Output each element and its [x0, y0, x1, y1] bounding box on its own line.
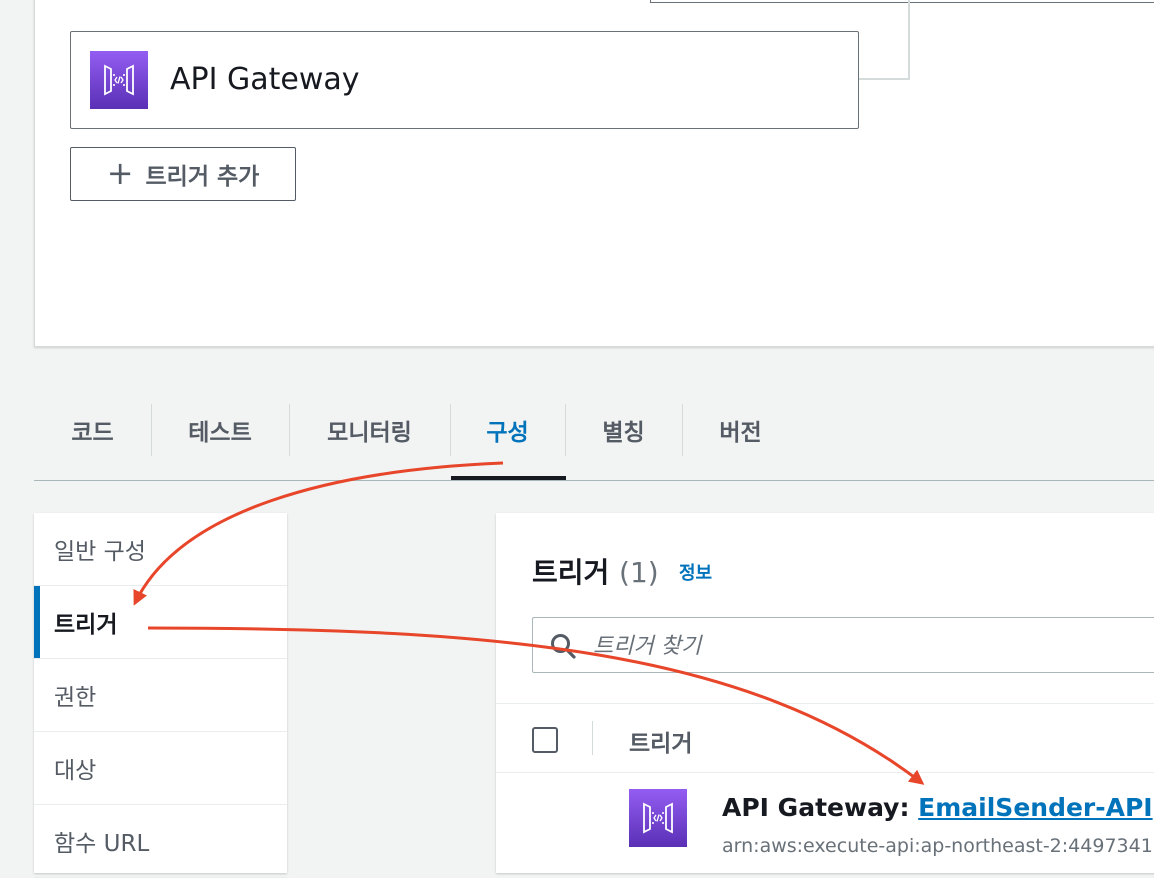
trigger-row-title: API Gateway: EmailSender-API — [722, 793, 1153, 822]
trigger-card-label: API Gateway — [170, 62, 360, 97]
select-all-checkbox[interactable] — [532, 727, 558, 753]
triggers-count: (1) — [619, 556, 659, 589]
tab-versions[interactable]: 버전 — [682, 404, 799, 456]
tab-aliases[interactable]: 별칭 — [565, 404, 682, 456]
nav-item-function-url[interactable]: 함수 URL — [34, 805, 287, 878]
tabs-divider — [34, 480, 1154, 481]
api-gateway-icon — [629, 789, 687, 847]
plus-icon: + — [106, 153, 134, 192]
table-divider — [496, 772, 1154, 773]
tab-test[interactable]: 테스트 — [151, 404, 289, 456]
api-gateway-icon — [90, 51, 148, 109]
info-link[interactable]: 정보 — [679, 559, 712, 585]
add-trigger-label: 트리거 추가 — [145, 164, 260, 190]
column-separator — [592, 721, 593, 755]
nav-item-triggers[interactable]: 트리거 — [34, 586, 287, 659]
column-header-trigger[interactable]: 트리거 — [629, 724, 692, 758]
tab-configuration[interactable]: 구성 — [450, 404, 565, 456]
trigger-search-input[interactable] — [591, 628, 1154, 664]
table-divider — [496, 703, 1154, 704]
trigger-search-box[interactable] — [532, 617, 1154, 673]
add-trigger-button[interactable]: + 트리거 추가 — [70, 147, 296, 201]
api-gateway-trigger-card[interactable]: API Gateway — [70, 31, 859, 129]
function-tabs: 코드 테스트 모니터링 구성 별칭 버전 — [34, 404, 799, 482]
search-icon — [549, 632, 577, 664]
connector-line — [908, 0, 910, 80]
nav-item-general-configuration[interactable]: 일반 구성 — [34, 513, 287, 586]
function-box-edge — [650, 0, 1154, 3]
tab-monitoring[interactable]: 모니터링 — [289, 404, 450, 456]
tab-code[interactable]: 코드 — [34, 404, 151, 456]
nav-item-destinations[interactable]: 대상 — [34, 732, 287, 805]
trigger-link-emailsender-api[interactable]: EmailSender-API — [918, 793, 1152, 822]
triggers-title: 트리거 (1) — [532, 556, 659, 589]
trigger-arn: arn:aws:execute-api:ap-northeast-2:44973… — [722, 835, 1153, 857]
nav-item-permissions[interactable]: 권한 — [34, 659, 287, 732]
triggers-panel: 트리거 (1) 정보 트리거 API Gateway: EmailSender-… — [496, 513, 1154, 873]
connector-line — [858, 78, 910, 80]
configuration-side-nav: 일반 구성 트리거 권한 대상 함수 URL — [34, 513, 287, 878]
